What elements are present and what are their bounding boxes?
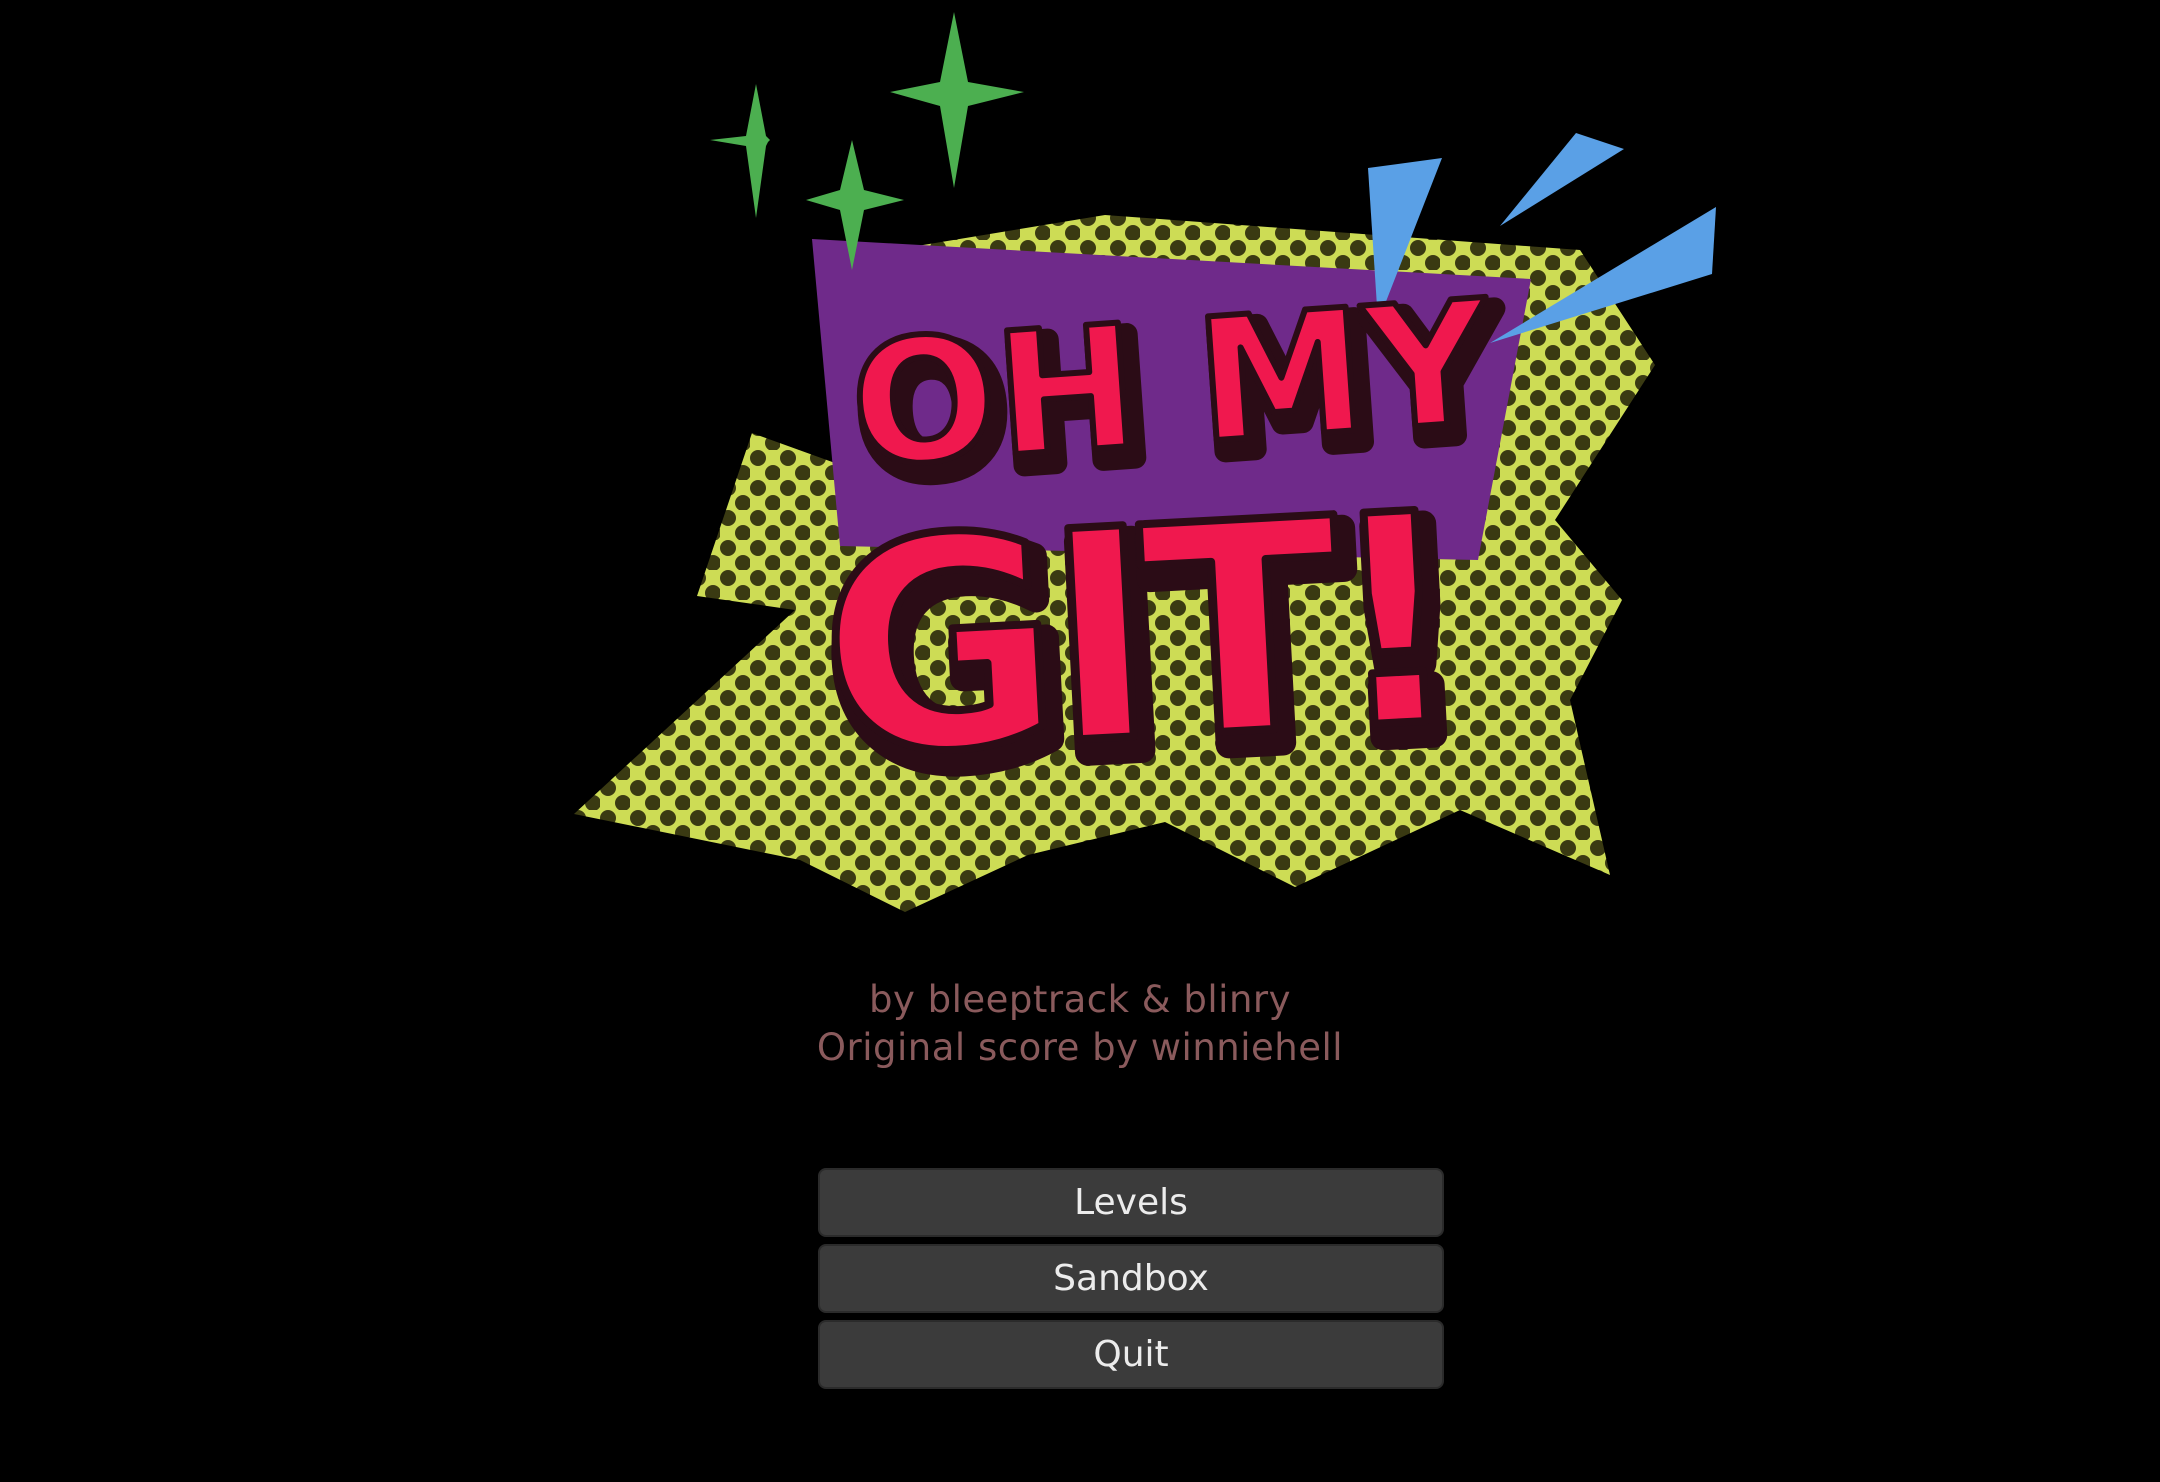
green-sparkles-icon [710,12,1024,270]
credits-score: Original score by winniehell [816,1026,1344,1069]
sandbox-button[interactable]: Sandbox [818,1244,1444,1313]
levels-button[interactable]: Levels [818,1168,1444,1237]
quit-button[interactable]: Quit [818,1320,1444,1389]
title-line2: GIT! [813,452,1458,821]
game-logo: OH MY GIT! OH MY GIT! [574,12,1716,912]
credits-authors: by bleeptrack & blinry [868,978,1292,1021]
main-menu: Levels Sandbox Quit [818,1168,1444,1396]
title-text: OH MY GIT! OH MY GIT! [809,261,1518,848]
